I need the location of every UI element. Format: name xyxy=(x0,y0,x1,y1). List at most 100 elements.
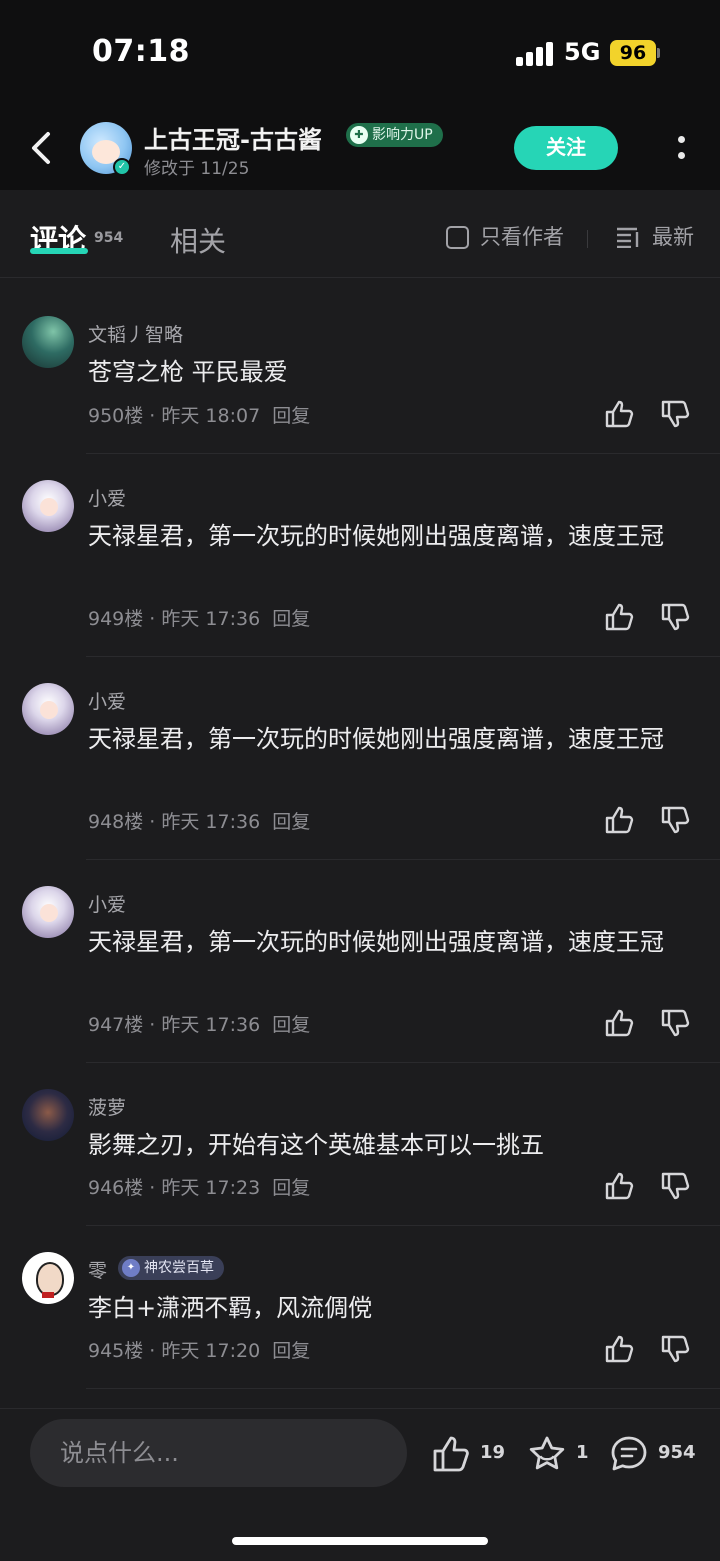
dislike-icon[interactable] xyxy=(660,399,690,429)
comment-time: 昨天 17:23 xyxy=(161,1177,261,1199)
user-plus-icon: ✚ xyxy=(350,126,368,144)
follow-button[interactable]: 关注 xyxy=(514,126,618,170)
dislike-icon[interactable] xyxy=(660,805,690,835)
like-icon[interactable] xyxy=(604,399,634,429)
comment-username[interactable]: 小爱 xyxy=(88,890,126,917)
comment-item: 菠萝 影舞之刃，开始有这个英雄基本可以一挑五 946楼 · 昨天 17:23 回… xyxy=(0,1063,720,1226)
like-icon[interactable] xyxy=(604,1334,634,1364)
only-author-toggle[interactable]: 只看作者 xyxy=(446,224,564,250)
dislike-icon[interactable] xyxy=(660,1334,690,1364)
home-indicator[interactable] xyxy=(232,1537,488,1545)
dislike-icon[interactable] xyxy=(660,1008,690,1038)
comment-count: 954 xyxy=(658,1442,696,1463)
reply-button[interactable]: 回复 xyxy=(272,608,310,630)
comment-text: 天禄星君，第一次玩的时候她刚出强度离谱，速度王冠 xyxy=(88,928,664,956)
reply-button[interactable]: 回复 xyxy=(272,811,310,833)
comment-floor: 948楼 xyxy=(88,811,144,833)
divider xyxy=(587,230,588,248)
comment-floor: 949楼 xyxy=(88,608,144,630)
comment-floor: 945楼 xyxy=(88,1340,144,1362)
gamepad-icon: ✦ xyxy=(122,1259,140,1277)
comment-username[interactable]: 文韬丿智略 xyxy=(88,320,183,347)
comment-text: 李白+潇洒不羁，风流倜傥 xyxy=(88,1294,373,1322)
user-avatar[interactable] xyxy=(22,480,74,532)
comment-username[interactable]: 菠萝 xyxy=(88,1093,126,1120)
comment-time: 昨天 17:36 xyxy=(161,608,261,630)
comment-tabs: 评论 954 相关 只看作者 最新 xyxy=(0,190,720,278)
comment-time: 昨天 17:36 xyxy=(161,811,261,833)
tab-comments-count: 954 xyxy=(94,230,124,246)
comment-username[interactable]: 小爱 xyxy=(88,484,126,511)
signal-icon xyxy=(516,42,554,66)
comment-meta: 946楼 · 昨天 17:23 回复 xyxy=(88,1177,311,1199)
comment-username[interactable]: 小爱 xyxy=(88,687,126,714)
user-avatar[interactable] xyxy=(22,316,74,368)
more-icon[interactable] xyxy=(674,132,688,166)
like-icon[interactable] xyxy=(604,602,634,632)
checkbox-icon[interactable] xyxy=(446,226,469,249)
user-avatar[interactable] xyxy=(22,683,74,735)
comment-text: 影舞之刃，开始有这个英雄基本可以一挑五 xyxy=(88,1131,544,1159)
verified-icon: ✓ xyxy=(113,158,131,176)
comment-time: 昨天 17:36 xyxy=(161,1014,261,1036)
like-count: 19 xyxy=(480,1442,506,1463)
influence-badge-label: 影响力UP xyxy=(372,127,433,143)
favorite-button[interactable]: 1 xyxy=(528,1435,598,1471)
star-icon xyxy=(529,1436,565,1470)
dislike-icon[interactable] xyxy=(660,1171,690,1201)
comment-item: 小爱 天禄星君，第一次玩的时候她刚出强度离谱，速度王冠 949楼 · 昨天 17… xyxy=(0,454,720,657)
comment-button[interactable]: 954 xyxy=(610,1435,710,1471)
comment-icon xyxy=(611,1436,647,1471)
comment-floor: 947楼 xyxy=(88,1014,144,1036)
status-time: 07:18 xyxy=(92,34,190,69)
comment-separator xyxy=(86,1388,720,1389)
user-avatar[interactable] xyxy=(22,886,74,938)
comment-meta: 945楼 · 昨天 17:20 回复 xyxy=(88,1340,311,1362)
comment-item: 文韬丿智略 苍穹之枪 平民最爱 950楼 · 昨天 18:07 回复 xyxy=(0,290,720,454)
sort-icon xyxy=(617,227,639,248)
reply-button[interactable]: 回复 xyxy=(272,1014,310,1036)
battery-icon: 96 xyxy=(610,40,656,66)
comment-floor: 946楼 xyxy=(88,1177,144,1199)
user-medal-label: 神农尝百草 xyxy=(144,1260,214,1276)
network-type: 5G xyxy=(564,38,601,66)
user-avatar[interactable] xyxy=(22,1089,74,1141)
comment-meta: 947楼 · 昨天 17:36 回复 xyxy=(88,1014,311,1036)
only-author-label: 只看作者 xyxy=(480,225,564,249)
comment-item: 小爱 天禄星君，第一次玩的时候她刚出强度离谱，速度王冠 947楼 · 昨天 17… xyxy=(0,860,720,1063)
like-icon xyxy=(433,1436,469,1472)
status-bar: 07:18 5G 96 xyxy=(0,0,720,106)
tab-related[interactable]: 相关 xyxy=(170,220,226,260)
user-avatar[interactable] xyxy=(22,1252,74,1304)
post-header: ✓ 上古王冠-古古酱 ✚ 影响力UP 修改于 11/25 关注 xyxy=(0,106,720,190)
comment-item: 零 ✦ 神农尝百草 李白+潇洒不羁，风流倜傥 945楼 · 昨天 17:20 回… xyxy=(0,1226,720,1389)
comment-time: 昨天 18:07 xyxy=(161,405,261,427)
comment-input[interactable]: 说点什么... xyxy=(30,1419,407,1487)
reply-button[interactable]: 回复 xyxy=(272,1177,310,1199)
influence-badge: ✚ 影响力UP xyxy=(346,123,443,147)
author-name[interactable]: 上古王冠-古古酱 xyxy=(144,120,322,155)
like-icon[interactable] xyxy=(604,1008,634,1038)
comment-username[interactable]: 零 xyxy=(88,1256,107,1283)
comment-text: 苍穹之枪 平民最爱 xyxy=(88,358,288,386)
comment-meta: 950楼 · 昨天 18:07 回复 xyxy=(88,405,311,427)
comment-text: 天禄星君，第一次玩的时候她刚出强度离谱，速度王冠 xyxy=(88,725,664,753)
dislike-icon[interactable] xyxy=(660,602,690,632)
sort-label: 最新 xyxy=(652,225,694,249)
like-icon[interactable] xyxy=(604,1171,634,1201)
like-icon[interactable] xyxy=(604,805,634,835)
user-medal: ✦ 神农尝百草 xyxy=(118,1256,224,1280)
back-icon[interactable] xyxy=(22,128,62,168)
active-tab-indicator xyxy=(30,248,88,254)
battery-cap xyxy=(657,48,660,58)
comment-time: 昨天 17:20 xyxy=(161,1340,261,1362)
reply-button[interactable]: 回复 xyxy=(272,405,310,427)
reply-button[interactable]: 回复 xyxy=(272,1340,310,1362)
comment-meta: 948楼 · 昨天 17:36 回复 xyxy=(88,811,311,833)
comment-floor: 950楼 xyxy=(88,405,144,427)
comment-meta: 949楼 · 昨天 17:36 回复 xyxy=(88,608,311,630)
modified-date: 修改于 11/25 xyxy=(144,159,250,179)
comment-text: 天禄星君，第一次玩的时候她刚出强度离谱，速度王冠 xyxy=(88,522,664,550)
like-button[interactable]: 19 xyxy=(432,1435,512,1472)
sort-button[interactable]: 最新 xyxy=(616,224,694,250)
